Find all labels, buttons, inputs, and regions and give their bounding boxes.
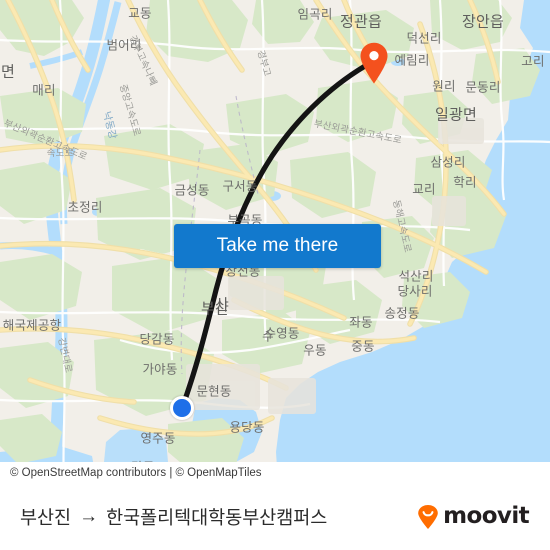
take-me-there-button[interactable]: Take me there — [174, 224, 381, 268]
map-attribution-text[interactable]: © OpenStreetMap contributors | © OpenMap… — [0, 467, 262, 479]
origin-name: 부산진 — [20, 507, 72, 529]
moovit-wordmark: moovit — [443, 503, 529, 529]
origin-marker[interactable] — [170, 396, 194, 420]
footer: 부산진 → 한국폴리텍대학동부산캠퍼스 moovit — [0, 483, 550, 550]
destination-name: 한국폴리텍대학동부산캠퍼스 — [106, 507, 328, 529]
moovit-trip-map-screen: 교동 임곡리 정관읍 장안읍 범어리 덕선리 예림리 고리 면 매리 원리 문동리 일광면 삼성리 학리 교리… — [0, 0, 550, 550]
trip-summary: 부산진 → 한국폴리텍대학동부산캠퍼스 — [0, 504, 327, 530]
moovit-logo[interactable]: moovit — [415, 504, 550, 530]
arrow-right-icon: → — [79, 506, 99, 527]
map-pin-icon — [360, 42, 388, 84]
moovit-pin-icon — [418, 504, 438, 529]
map-panel[interactable]: 교동 임곡리 정관읍 장안읍 범어리 덕선리 예림리 고리 면 매리 원리 문동리 일광면 삼성리 학리 교리… — [0, 0, 550, 483]
destination-marker[interactable] — [359, 42, 389, 84]
attribution-bar: © OpenStreetMap contributors | © OpenMap… — [0, 462, 550, 483]
